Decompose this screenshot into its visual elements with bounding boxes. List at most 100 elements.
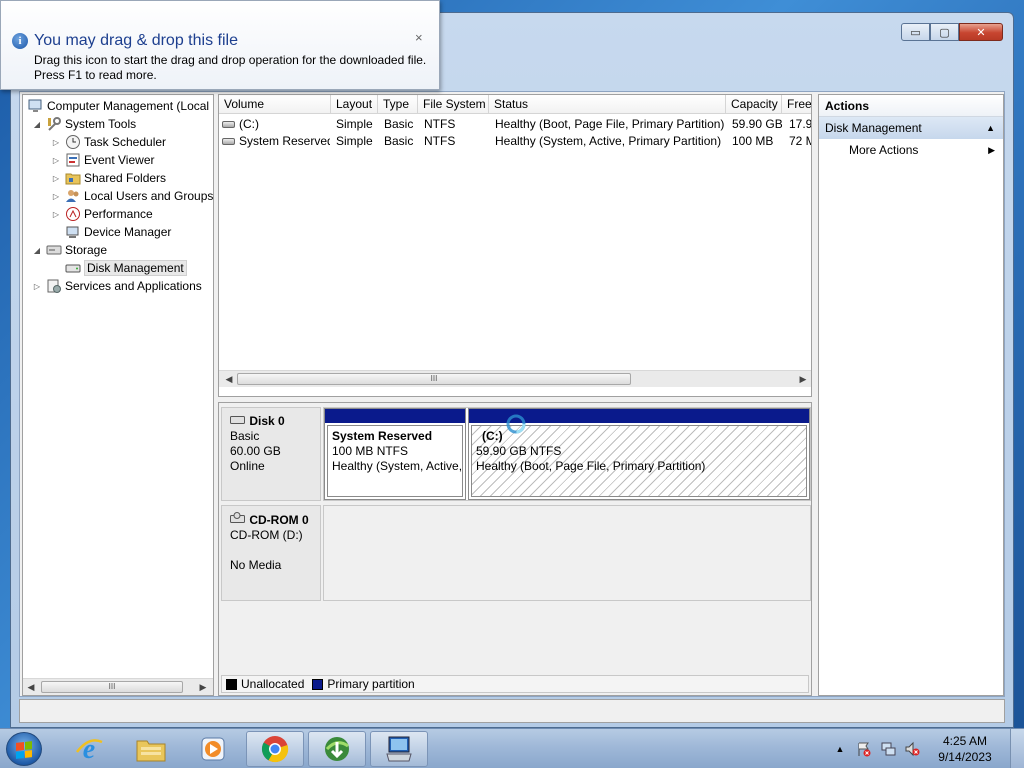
svg-text:e: e <box>83 734 95 764</box>
column-header-layout[interactable]: Layout <box>331 95 378 114</box>
device-manager-icon <box>65 224 81 240</box>
more-actions-item[interactable]: More Actions ▶ <box>819 139 1003 161</box>
event-viewer-icon <box>65 152 81 168</box>
tree-item-task-scheduler[interactable]: ▷ Task Scheduler <box>50 133 166 151</box>
clock[interactable]: 4:25 AM 9/14/2023 <box>924 733 1006 765</box>
scroll-thumb[interactable]: III <box>237 373 631 385</box>
volume-muted-icon[interactable] <box>903 740 921 758</box>
notification-title: You may drag & drop this file <box>34 32 238 49</box>
expand-icon[interactable]: ▷ <box>50 156 62 165</box>
action-center-flag-icon[interactable] <box>855 740 873 758</box>
column-header-file-system[interactable]: File System <box>418 95 489 114</box>
scroll-thumb[interactable]: III <box>41 681 183 693</box>
notification-text: Drag this icon to start the drag and dro… <box>34 53 427 82</box>
storage-icon <box>46 242 62 258</box>
taskbar-media-player[interactable] <box>184 731 242 767</box>
cdrom-0-media-area <box>323 505 811 601</box>
network-icon[interactable] <box>879 740 897 758</box>
partition-c[interactable]: (C:) 59.90 GB NTFS Healthy (Boot, Page F… <box>468 408 810 500</box>
start-button[interactable] <box>6 732 42 766</box>
expand-icon[interactable]: ▷ <box>50 138 62 147</box>
media-player-icon <box>201 737 225 761</box>
capacity-cell: 59.90 GB <box>732 117 782 131</box>
legend-item: Primary partition <box>312 677 415 691</box>
column-header-free[interactable]: Free <box>782 95 811 114</box>
type-cell: Basic <box>384 134 414 148</box>
scroll-left-arrow[interactable]: ◀ <box>23 679 39 695</box>
computer-management-icon <box>386 736 412 762</box>
tree-item-label: System Tools <box>65 117 137 131</box>
collapse-icon[interactable]: ◢ <box>31 120 43 129</box>
window-body: Computer Management (Local ◢ System Tool… <box>19 91 1005 697</box>
performance-icon <box>65 206 81 222</box>
collapse-up-icon[interactable]: ▲ <box>986 117 995 139</box>
actions-section-disk-management[interactable]: Disk Management ▲ <box>819 117 1003 139</box>
column-header-volume[interactable]: Volume <box>219 95 331 114</box>
partition-status: Healthy (System, Active, <box>332 459 463 473</box>
tree-item-shared-folders[interactable]: ▷ Shared Folders <box>50 169 166 187</box>
tree-horizontal-scrollbar[interactable]: ◀ III ▶ <box>23 678 213 695</box>
disk-0-label[interactable]: Disk 0 Basic 60.00 GB Online <box>221 407 321 501</box>
show-hidden-icons-chevron[interactable]: ▲ <box>831 740 849 758</box>
window-controls: ▭ ▢ ✕ <box>901 23 1003 41</box>
free-cell: 72 M <box>789 134 811 148</box>
expand-icon[interactable]: ▷ <box>50 174 62 183</box>
disk-graphical-view: Disk 0 Basic 60.00 GB Online System Rese… <box>218 402 812 696</box>
tree-item-storage[interactable]: ◢ Storage <box>31 241 107 259</box>
services-icon <box>46 278 62 294</box>
column-header-status[interactable]: Status <box>489 95 726 114</box>
cdrom-icon <box>230 512 246 527</box>
close-button[interactable]: ✕ <box>959 23 1003 41</box>
close-icon[interactable]: × <box>415 30 423 45</box>
collapse-icon[interactable]: ◢ <box>31 246 43 255</box>
taskbar-download-manager[interactable] <box>308 731 366 767</box>
scroll-right-arrow[interactable]: ▶ <box>195 679 211 695</box>
layout-cell: Simple <box>336 134 373 148</box>
action-label: More Actions <box>849 143 919 157</box>
tree-item-local-users[interactable]: ▷ Local Users and Groups <box>50 187 213 205</box>
tree-item-services-applications[interactable]: ▷ Services and Applications <box>31 277 202 295</box>
disk-size: 60.00 GB <box>230 444 281 458</box>
show-desktop-button[interactable] <box>1010 729 1024 768</box>
explorer-folder-icon <box>136 740 166 762</box>
tree-item-computer-management[interactable]: Computer Management (Local <box>25 97 209 115</box>
legend-item: Unallocated <box>226 677 304 691</box>
scroll-left-arrow[interactable]: ◀ <box>221 371 237 387</box>
volume-name: (C:) <box>239 117 259 131</box>
users-icon <box>65 188 81 204</box>
system-tray: ▲ 4:25 AM 9/14/2023 <box>828 729 1024 768</box>
minimize-button[interactable]: ▭ <box>901 23 930 41</box>
maximize-button[interactable]: ▢ <box>930 23 959 41</box>
column-header-type[interactable]: Type <box>378 95 418 114</box>
expand-icon[interactable]: ▷ <box>50 192 62 201</box>
tree-item-disk-management[interactable]: Disk Management <box>62 259 187 277</box>
disk-kind: CD-ROM (D:) <box>230 528 303 542</box>
taskbar-windows-explorer[interactable] <box>122 731 180 767</box>
list-horizontal-scrollbar[interactable]: ◀ III ▶ <box>219 370 811 387</box>
column-header-capacity[interactable]: Capacity <box>726 95 782 114</box>
taskbar-internet-explorer[interactable]: e <box>60 731 118 767</box>
tree-item-device-manager[interactable]: Device Manager <box>62 223 171 241</box>
partition-color-bar <box>325 409 465 423</box>
taskbar-computer-management[interactable] <box>370 731 428 767</box>
tree-item-performance[interactable]: ▷ Performance <box>50 205 153 223</box>
scroll-right-arrow[interactable]: ▶ <box>795 371 811 387</box>
taskbar-chrome[interactable] <box>246 731 304 767</box>
tree-item-label: Storage <box>65 243 108 257</box>
disk-0-partition-area: System Reserved 100 MB NTFS Healthy (Sys… <box>323 407 811 501</box>
tree-item-label: Task Scheduler <box>84 135 167 149</box>
tree-item-event-viewer[interactable]: ▷ Event Viewer <box>50 151 155 169</box>
tree-item-system-tools[interactable]: ◢ System Tools <box>31 115 136 133</box>
expand-icon[interactable]: ▷ <box>50 210 62 219</box>
volume-cell: System Reserved <box>222 133 330 150</box>
tree-item-label: Shared Folders <box>84 171 167 185</box>
internet-explorer-icon: e <box>76 734 103 764</box>
expand-icon[interactable]: ▷ <box>31 282 43 291</box>
notification-balloon[interactable]: i You may drag & drop this file × Drag t… <box>0 0 440 90</box>
chrome-icon <box>261 736 289 763</box>
partition-system-reserved[interactable]: System Reserved 100 MB NTFS Healthy (Sys… <box>324 408 466 500</box>
clock-icon <box>65 134 81 150</box>
cdrom-0-label[interactable]: CD-ROM 0 CD-ROM (D:) No Media <box>221 505 321 601</box>
disk-state: Online <box>230 459 265 473</box>
console-tree: Computer Management (Local ◢ System Tool… <box>22 94 214 696</box>
